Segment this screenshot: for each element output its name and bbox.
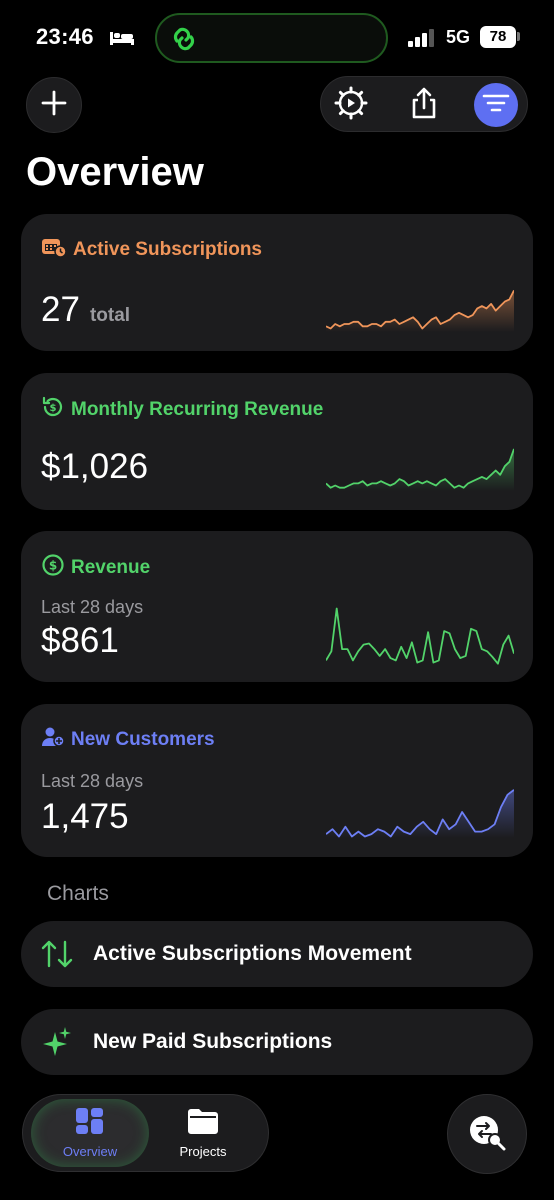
arrows-up-down-icon bbox=[39, 936, 75, 972]
new-customers-card[interactable]: New Customers Last 28 days 1,475 bbox=[21, 704, 533, 857]
card-subtitle: Last 28 days bbox=[41, 597, 144, 617]
card-title: Active Subscriptions bbox=[73, 239, 262, 260]
recurring-dollar-icon: $ bbox=[41, 395, 65, 425]
battery-cap bbox=[517, 32, 520, 41]
share-icon bbox=[409, 86, 439, 125]
sparkline-chart bbox=[326, 789, 514, 838]
battery-indicator: 78 bbox=[480, 26, 516, 48]
dynamic-island[interactable] bbox=[155, 13, 388, 63]
card-value: $1,026 bbox=[41, 447, 149, 486]
filter-lines-icon bbox=[482, 93, 510, 118]
card-title: New Customers bbox=[71, 729, 215, 750]
card-value: 27 total bbox=[41, 290, 130, 330]
section-label-charts: Charts bbox=[47, 882, 109, 905]
tab-projects[interactable]: Projects bbox=[144, 1099, 262, 1167]
filter-button[interactable] bbox=[474, 83, 518, 127]
settings-button[interactable] bbox=[329, 83, 373, 127]
revenue-card[interactable]: $ Revenue Last 28 days $861 bbox=[21, 531, 533, 682]
page-title: Overview bbox=[26, 150, 204, 194]
status-time: 23:46 bbox=[36, 24, 94, 49]
person-add-icon bbox=[41, 726, 65, 754]
chart-row-new-paid-subscriptions[interactable]: New Paid Subscriptions bbox=[21, 1009, 533, 1075]
dollar-circle-icon: $ bbox=[41, 553, 65, 583]
tab-overview[interactable]: Overview bbox=[31, 1099, 149, 1167]
gear-play-icon bbox=[334, 86, 368, 125]
card-value-number: 27 bbox=[41, 290, 80, 329]
link-chain-icon bbox=[169, 24, 199, 59]
card-header: Active Subscriptions bbox=[41, 236, 262, 264]
folder-icon bbox=[186, 1107, 220, 1140]
share-button[interactable] bbox=[402, 83, 446, 127]
sleep-bed-icon bbox=[110, 30, 134, 51]
search-swap-button[interactable] bbox=[447, 1094, 527, 1174]
sparkline-chart bbox=[326, 607, 514, 665]
add-button[interactable] bbox=[26, 77, 82, 133]
sparkline-area bbox=[326, 448, 514, 491]
card-header: New Customers bbox=[41, 726, 215, 754]
calendar-clock-icon bbox=[41, 236, 67, 264]
card-value-unit: total bbox=[89, 305, 131, 326]
card-title: Revenue bbox=[71, 557, 151, 578]
row-label: New Paid Subscriptions bbox=[93, 1030, 333, 1053]
row-label: Active Subscriptions Movement bbox=[93, 942, 412, 965]
plus-icon bbox=[41, 90, 67, 121]
sparkles-icon bbox=[39, 1024, 75, 1060]
dashboard-grid-icon bbox=[75, 1107, 105, 1140]
card-value: 1,475 bbox=[41, 797, 129, 836]
svg-text:$: $ bbox=[50, 403, 57, 414]
cellular-signal-icon bbox=[408, 29, 436, 52]
card-subtitle: Last 28 days bbox=[41, 771, 144, 791]
top-toolbar bbox=[320, 76, 528, 132]
search-swap-icon bbox=[468, 1113, 506, 1156]
network-label: 5G bbox=[446, 27, 471, 47]
chart-row-active-subscriptions-movement[interactable]: Active Subscriptions Movement bbox=[21, 921, 533, 987]
mrr-card[interactable]: $ Monthly Recurring Revenue $1,026 bbox=[21, 373, 533, 510]
card-title: Monthly Recurring Revenue bbox=[71, 399, 324, 420]
sparkline-line bbox=[326, 607, 514, 665]
svg-text:$: $ bbox=[49, 559, 57, 573]
tab-label: Projects bbox=[179, 1144, 227, 1159]
card-value: $861 bbox=[41, 621, 119, 660]
card-header: $ Revenue bbox=[41, 553, 150, 583]
card-header: $ Monthly Recurring Revenue bbox=[41, 395, 323, 425]
sparkline-chart bbox=[326, 289, 514, 332]
active-subscriptions-card[interactable]: Active Subscriptions 27 total bbox=[21, 214, 533, 351]
sparkline-chart bbox=[326, 448, 514, 491]
tab-bar: Overview Projects bbox=[22, 1094, 269, 1172]
tab-label: Overview bbox=[62, 1144, 118, 1159]
